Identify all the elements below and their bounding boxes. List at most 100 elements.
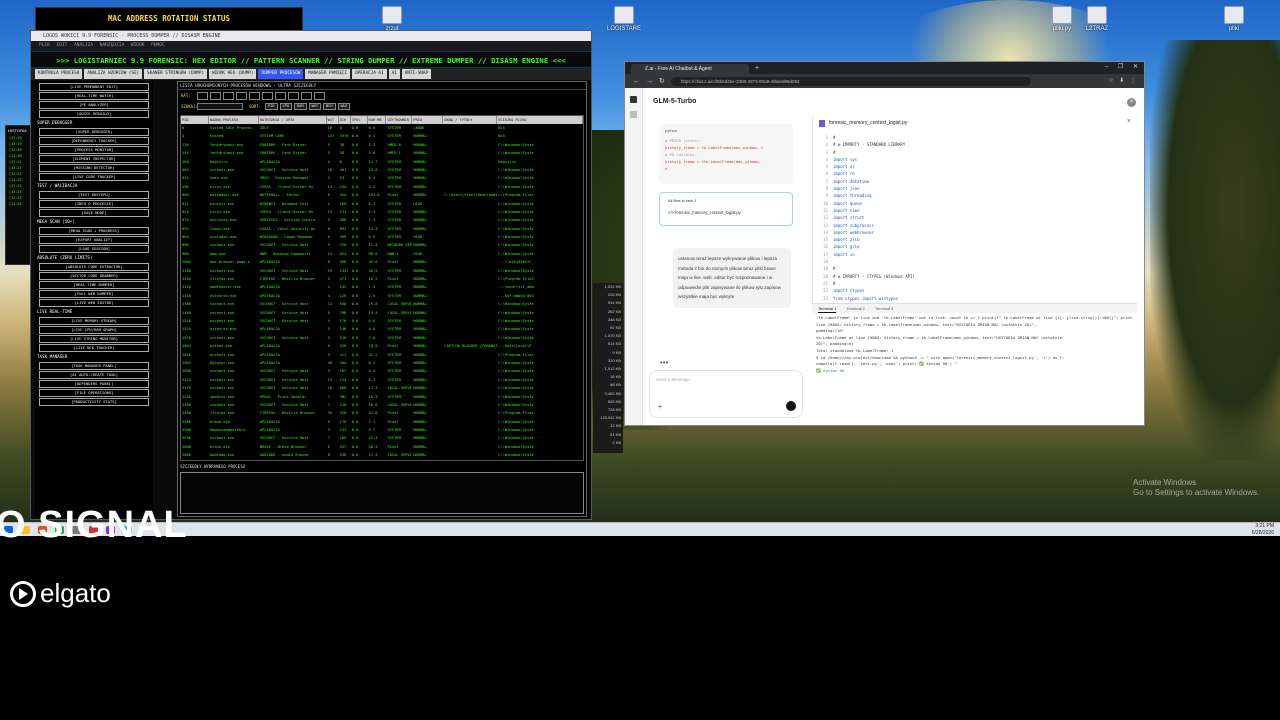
process-search-input[interactable] <box>197 103 243 110</box>
category-checkbox[interactable] <box>236 91 247 100</box>
desktop-icon[interactable]: L2TRAZ <box>1075 6 1119 32</box>
sidebar-button[interactable]: [SAVE MODE] <box>39 209 149 217</box>
chat-input[interactable]: Send a Message + <box>649 370 803 418</box>
file-link[interactable]: </> forensic_memory_context_logist.py <box>660 208 792 217</box>
sidebar-button[interactable]: [FILE OPERATIONS] <box>39 389 149 397</box>
table-row[interactable]: 1516 svchost.exe SVCHOST - Service Host 4 17… <box>181 317 583 325</box>
sidebar-button[interactable]: [PROCESS MONITOR] <box>39 146 149 154</box>
forward-icon[interactable]: → <box>646 78 653 85</box>
desktop-icon[interactable]: pliki <box>1212 6 1256 32</box>
browser-tab[interactable]: Z.ai - Free AI Chatbot & Agent <box>631 64 749 74</box>
column-header[interactable]: CPU% <box>351 116 368 124</box>
category-checkbox[interactable] <box>314 91 325 100</box>
table-row[interactable]: 692 lsass.exe LSASS - Local Security Au 8 89… <box>181 225 583 233</box>
table-row[interactable]: 1524 atiesrxx.exe APLIKACJA 5 148 0.0 4.8 SYSTE… <box>181 325 583 333</box>
table-row[interactable]: 2176 svchost.exe SVCHOST - Service Host 16 6… <box>181 384 583 392</box>
terminal-tab[interactable]: Terminal 1 <box>818 304 837 313</box>
table-row[interactable]: 2508 OdpowiadgeateSrv. APLIKACJA 3 133 0.0 5.7… <box>181 426 583 434</box>
category-checkbox[interactable] <box>262 91 273 100</box>
column-header[interactable]: RAM MB <box>368 116 387 124</box>
sort-button[interactable]: WAT <box>308 103 321 110</box>
logo-icon[interactable] <box>630 96 637 103</box>
table-row[interactable]: 1816 arcsoft.exe APLIKACJA 5 411 0.0 31.2 SYSTE… <box>181 351 583 359</box>
table-row[interactable]: 136 fontdrvhost.exe FONTDRV - Font Driver 5… <box>181 141 583 149</box>
category-checkbox[interactable] <box>197 91 208 100</box>
files-card[interactable]: All files in task 1 </> forensic_memory_… <box>659 192 793 226</box>
process-details-box[interactable] <box>180 472 584 514</box>
back-icon[interactable]: ← <box>633 78 640 85</box>
sidebar-button[interactable]: [DEPENDENCY TRACKER] <box>39 137 149 145</box>
close-panel-icon[interactable]: × <box>1127 98 1136 107</box>
sidebar-button[interactable]: [LIVE CODE TRACKER] <box>39 173 149 181</box>
table-row[interactable]: 2660 audiodg.exe AUDIODG - Audio Engine 8 33… <box>181 451 583 459</box>
sidebar-button[interactable]: [INFO O PROCESIE] <box>39 200 149 208</box>
category-checkbox[interactable] <box>249 91 260 100</box>
sidebar-button[interactable]: [REAL-TIME WATCH] <box>39 92 149 100</box>
sidebar-button[interactable]: [LIVE CPU/RAM GRAPH] <box>39 326 149 334</box>
sidebar-button[interactable]: [REAL-TIME DUMPER] <box>39 281 149 289</box>
sort-button[interactable]: RAM <box>294 103 307 110</box>
window-controls[interactable]: – ❐ ✕ <box>1105 63 1138 70</box>
table-row[interactable]: 2000 svchost.exe SVCHOST - Service Host 5 16… <box>181 367 583 375</box>
sidebar-button[interactable]: [ABSOLUTE CODE EXTRACTOR] <box>39 263 149 271</box>
reload-icon[interactable]: ↻ <box>659 77 665 85</box>
sort-button[interactable]: NAZ <box>337 103 350 110</box>
table-row[interactable]: 1904 GbloSvc.exe APLIKACJA 48 204 0.0 8.3 SYSTE… <box>181 359 583 367</box>
column-header[interactable]: UŻYTKOWNIK <box>386 116 413 124</box>
table-row[interactable]: 2536 svchost.exe SVCHOST - Service Host 7 18… <box>181 434 583 442</box>
close-icon[interactable]: × <box>1127 118 1131 125</box>
sort-button[interactable]: NCH <box>323 103 336 110</box>
new-chat-icon[interactable] <box>630 111 637 118</box>
sidebar-button[interactable]: [LOAD SESSION] <box>39 245 149 253</box>
sidebar-button[interactable]: [EXPORT ANALIZY] <box>39 236 149 244</box>
sort-button[interactable]: PID <box>265 103 278 110</box>
stop-icon[interactable] <box>786 401 796 411</box>
table-row[interactable]: 600 notepad++.exe NOTEPAD++ - Editor 6 324 0.… <box>181 191 583 199</box>
forensic-tab[interactable]: WIDOK HEX (DUMP) <box>209 69 257 79</box>
column-header[interactable]: PRIO <box>412 116 444 124</box>
address-bar[interactable]: https://chat.z.ai/c/f8b6d2be-3380-4973-8… <box>670 76 1031 86</box>
table-row[interactable]: 1348 atiesrxx.exe APLIKACJA 4 129 0.0 2.5 SYSTE… <box>181 292 583 300</box>
table-row[interactable]: 1380 svchost.exe SVCHOST - Service Host 11 5… <box>181 300 583 308</box>
column-header[interactable]: WĄT <box>327 116 339 124</box>
forensic-title-bar[interactable]: LOGOS WOKICI 9.9 FORENSIC - PROCESS DUMP… <box>31 31 591 41</box>
table-row[interactable]: 900 dwm.exe DWM - Desktop Compositi 13 824 0.… <box>181 250 583 258</box>
table-row[interactable]: 896 svchost.exe SVCHOST - Service Host 9 728… <box>181 241 583 249</box>
column-header[interactable]: OKNA / TYTUŁY <box>443 116 498 124</box>
forensic-tab[interactable]: ANTI-SNAP <box>401 69 432 79</box>
table-row[interactable]: 144 fontdrvhost.exe FONTDRV - Font Driver 5… <box>181 149 583 157</box>
table-row[interactable]: 2300 svchost.exe SVCHOST - Service Host 7 21… <box>181 401 583 409</box>
table-row[interactable]: 612 wininit.exe WININIT - Windows Init 1 160… <box>181 200 583 208</box>
sidebar-button[interactable]: [TASK MANAGER PANEL] <box>39 362 149 370</box>
desktop-icon[interactable]: zrzut <box>370 6 414 32</box>
forensic-tab[interactable]: AI <box>388 69 400 79</box>
sidebar-button[interactable]: [LIVE NCK TRACKER] <box>39 344 149 352</box>
table-row[interactable]: 2408 firefox.exe FIREFOX - Mozilla Browser… <box>181 409 583 417</box>
sidebar-button[interactable]: [LIVE WEB EDITOR] <box>39 299 149 307</box>
forensic-tab[interactable]: DUMPER PROCESÓW <box>258 69 304 79</box>
table-row[interactable]: 4 System SYSTEM CORE 147 3576 0.0 0.1 SYSTEM NOR… <box>181 132 583 140</box>
column-header[interactable]: NAZWA PROCESU <box>209 116 259 124</box>
sidebar-button[interactable]: [PE ANALYZER] <box>39 101 149 109</box>
sidebar-button[interactable]: [AI AUTO-CREATE TASK] <box>39 371 149 379</box>
table-row[interactable]: 1460 svchost.exe SVCHOST - Service Host 5 29… <box>181 309 583 317</box>
sidebar-button[interactable]: [LIVE STRING MONITOR] <box>39 335 149 343</box>
category-checkbox[interactable] <box>210 91 221 100</box>
sidebar-button[interactable]: [LIVE MEMORY STREAM] <box>39 317 149 325</box>
table-row[interactable]: 2600 brave.exe BRAVE - Brave Browser 6 257 0.… <box>181 443 583 451</box>
table-row[interactable]: 496 csrss.exe CSRSS - Client/Server Ru 13 23… <box>181 183 583 191</box>
sidebar-button[interactable]: [MISSING DETECTOR] <box>39 164 149 172</box>
sort-button[interactable]: CPU <box>279 103 292 110</box>
table-row[interactable]: 2256 spoolsv.exe SPOOL - Print Spooler 7 382… <box>181 393 583 401</box>
table-row[interactable]: 1316 amdfendrsr.exe APLIKACJA 4 142 0.0 7.5 SYS… <box>181 283 583 291</box>
taskbar-clock[interactable]: 3:21 PM 6/28/2026 <box>1252 523 1274 537</box>
forensic-menu-bar[interactable]: PLIK EDIT ANALIZA NARZĘDZIA WIDOK POMOC <box>31 41 591 51</box>
sidebar-button[interactable]: [SUPER DEBUGGER] <box>39 128 149 136</box>
category-checkbox[interactable] <box>288 91 299 100</box>
browser-toolbar-icons[interactable]: ☆ ⬇ ⋮ <box>1108 77 1136 84</box>
table-row[interactable]: 676 services.exe SERVICES - Service Contro… <box>181 216 583 224</box>
category-checkbox[interactable] <box>275 91 286 100</box>
table-row[interactable]: 1168 svchost.exe SVCHOST - Service Host 19 1… <box>181 267 583 275</box>
table-row[interactable]: 1576 svchost.exe SVCHOST - Service Host 3 21… <box>181 334 583 342</box>
table-row[interactable]: 0 System Idle Process IDLE 16 0 0.0 0.0 SYSTEM L… <box>181 124 583 132</box>
